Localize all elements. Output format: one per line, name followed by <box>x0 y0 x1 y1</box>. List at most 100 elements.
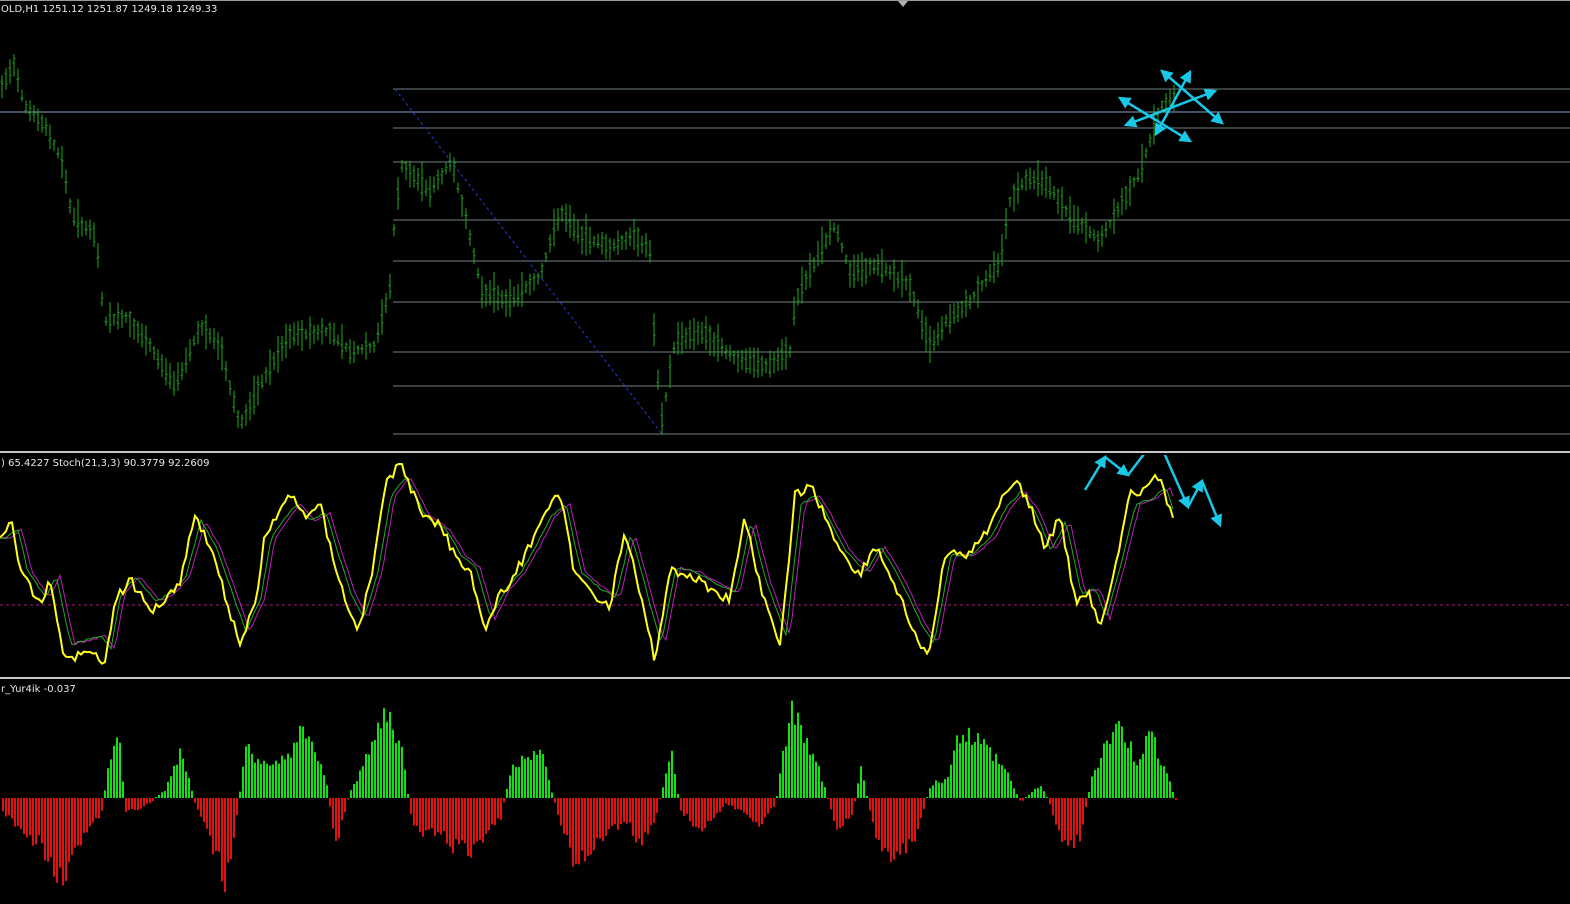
histogram-bar-positive <box>284 759 286 798</box>
histogram-bar-negative <box>452 798 454 854</box>
histogram-bar-positive <box>269 765 271 798</box>
histogram-bar-positive <box>1040 786 1042 798</box>
histogram-bar-positive <box>1028 794 1030 798</box>
histogram-bar-positive <box>926 797 928 798</box>
histogram-bar-negative <box>890 798 892 863</box>
stochastic-pane[interactable]: ) 65.4227 Stoch(21,3,3) 90.3779 92.2609 <box>0 455 1570 677</box>
histogram-bar-negative <box>731 798 733 806</box>
histogram-bar-positive <box>1007 772 1009 798</box>
histogram-bar-positive <box>248 743 250 798</box>
histogram-bar-negative <box>755 798 757 823</box>
histogram-chart[interactable] <box>0 681 1570 904</box>
histogram-bar-positive <box>863 780 865 798</box>
histogram-bar-negative <box>842 798 844 827</box>
histogram-bar-negative <box>485 798 487 835</box>
histogram-bar-negative <box>869 798 871 811</box>
histogram-bar-positive <box>995 753 997 798</box>
histogram-bar-positive <box>260 763 262 798</box>
histogram-bar-positive <box>1133 761 1135 798</box>
histogram-bar-negative <box>728 798 730 806</box>
histogram-bar-negative <box>1073 798 1075 849</box>
arrow-annotation-icon <box>1200 480 1222 528</box>
histogram-bar-positive <box>791 700 793 798</box>
histogram-bar-positive <box>785 746 787 798</box>
histogram-bar-positive <box>176 764 178 798</box>
histogram-bar-positive <box>305 738 307 798</box>
histogram-bar-positive <box>941 782 943 798</box>
histogram-bar-negative <box>695 798 697 828</box>
histogram-bar-positive <box>257 758 259 798</box>
histogram-bar-negative <box>620 798 622 825</box>
histogram-bar-positive <box>977 733 979 798</box>
histogram-bar-negative <box>140 798 142 809</box>
histogram-bar-positive <box>866 796 868 798</box>
histogram-bar-negative <box>716 798 718 814</box>
histogram-bar-negative <box>47 798 49 862</box>
histogram-bar-positive <box>1166 773 1168 798</box>
histogram-bar-positive <box>794 724 796 798</box>
histogram-bar-positive <box>314 752 316 798</box>
histogram-bar-positive <box>1013 788 1015 798</box>
histogram-bar-negative <box>563 798 565 834</box>
histogram-bar-positive <box>512 764 514 798</box>
histogram-bar-negative <box>875 798 877 839</box>
histogram-bar-positive <box>1097 767 1099 798</box>
histogram-bar-positive <box>530 759 532 798</box>
histogram-bar-positive <box>368 754 370 798</box>
histogram-bar-negative <box>893 798 895 860</box>
histogram-bar-negative <box>2 798 4 812</box>
histogram-bar-negative <box>605 798 607 836</box>
histogram-bar-negative <box>56 798 58 883</box>
histogram-bar-negative <box>830 798 832 810</box>
histogram-bar-negative <box>482 798 484 843</box>
histogram-bar-positive <box>662 787 664 798</box>
histogram-bar-positive <box>1163 766 1165 798</box>
histogram-bar-negative <box>1049 798 1051 805</box>
histogram-bar-positive <box>824 787 826 798</box>
histogram-bar-negative <box>1019 798 1021 801</box>
histogram-bar-negative <box>131 798 133 810</box>
histogram-bar-negative <box>611 798 613 826</box>
histogram-bar-positive <box>932 785 934 798</box>
histogram-bar-negative <box>848 798 850 819</box>
histogram-bar-negative <box>881 798 883 852</box>
histogram-bar-negative <box>623 798 625 822</box>
histogram-bar-positive <box>1145 735 1147 798</box>
histogram-bar-negative <box>707 798 709 821</box>
price-chart[interactable] <box>0 1 1570 451</box>
histogram-bar-negative <box>641 798 643 846</box>
histogram-bar-positive <box>1100 757 1102 798</box>
scroll-marker-icon[interactable] <box>898 1 908 7</box>
histogram-bar-positive <box>122 781 124 798</box>
histogram-bar-positive <box>1031 792 1033 798</box>
histogram-bar-negative <box>722 798 724 808</box>
histogram-bar-positive <box>266 763 268 798</box>
histogram-bar-positive <box>956 735 958 798</box>
histogram-bar-negative <box>233 798 235 838</box>
histogram-bar-negative <box>905 798 907 854</box>
histogram-bar-negative <box>587 798 589 856</box>
histogram-bar-positive <box>191 790 193 798</box>
pane-separator[interactable] <box>0 451 1570 453</box>
histogram-pane[interactable]: r_Yur4ik -0.037 <box>0 681 1570 904</box>
pane-separator[interactable] <box>0 677 1570 679</box>
histogram-bar-negative <box>29 798 31 836</box>
histogram-bar-positive <box>290 757 292 798</box>
histogram-bar-negative <box>215 798 217 852</box>
histogram-bar-positive <box>389 711 391 798</box>
price-chart-pane[interactable]: OLD,H1 1251.12 1251.87 1249.18 1249.33 <box>0 0 1570 451</box>
histogram-bar-negative <box>644 798 646 833</box>
histogram-bar-positive <box>938 782 940 798</box>
histogram-bar-negative <box>464 798 466 844</box>
histogram-bar-negative <box>911 798 913 842</box>
histogram-bar-positive <box>944 779 946 798</box>
histogram-bar-negative <box>599 798 601 839</box>
stochastic-chart[interactable] <box>0 455 1570 677</box>
histogram-bar-negative <box>8 798 10 816</box>
histogram-bar-positive <box>272 764 274 798</box>
histogram-bar-negative <box>1064 798 1066 840</box>
histogram-bar-negative <box>554 798 556 803</box>
histogram-bar-positive <box>776 796 778 798</box>
histogram-bar-negative <box>59 798 61 868</box>
histogram-bar-positive <box>362 766 364 798</box>
